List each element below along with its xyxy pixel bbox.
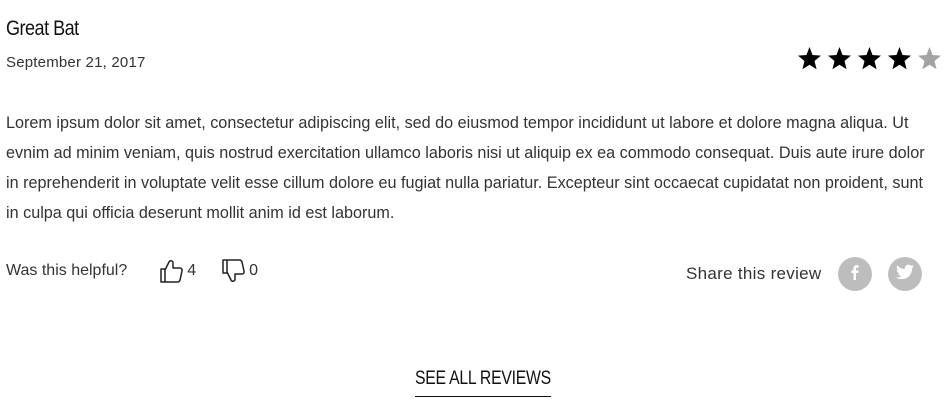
star-icon xyxy=(827,46,852,71)
share-facebook-button[interactable] xyxy=(837,257,872,291)
share-row: Share this review xyxy=(686,256,922,292)
share-twitter-button[interactable] xyxy=(887,257,922,291)
helpful-label: Was this helpful? xyxy=(6,262,128,279)
star-icon xyxy=(887,46,912,71)
helpful-no-button[interactable]: 0 xyxy=(220,258,258,284)
thumbs-down-icon xyxy=(220,258,246,284)
twitter-icon xyxy=(895,264,914,285)
thumbs-up-icon xyxy=(158,258,184,284)
helpful-yes-count: 4 xyxy=(187,262,197,279)
share-label: Share this review xyxy=(686,264,822,283)
review-title: Great Bat xyxy=(6,17,79,40)
star-rating xyxy=(797,46,942,71)
helpful-no-count: 0 xyxy=(249,262,259,279)
review-date: September 21, 2017 xyxy=(6,54,146,71)
star-icon xyxy=(857,46,882,71)
helpful-yes-button[interactable]: 4 xyxy=(158,258,196,284)
review-body: Lorem ipsum dolor sit amet, consectetur … xyxy=(6,114,925,222)
see-all-reviews-link[interactable]: SEE ALL REVIEWS xyxy=(415,368,551,397)
star-icon xyxy=(917,46,942,71)
facebook-icon xyxy=(847,264,863,285)
star-icon xyxy=(797,46,822,71)
helpful-row: Was this helpful? 4 0 xyxy=(6,256,258,286)
